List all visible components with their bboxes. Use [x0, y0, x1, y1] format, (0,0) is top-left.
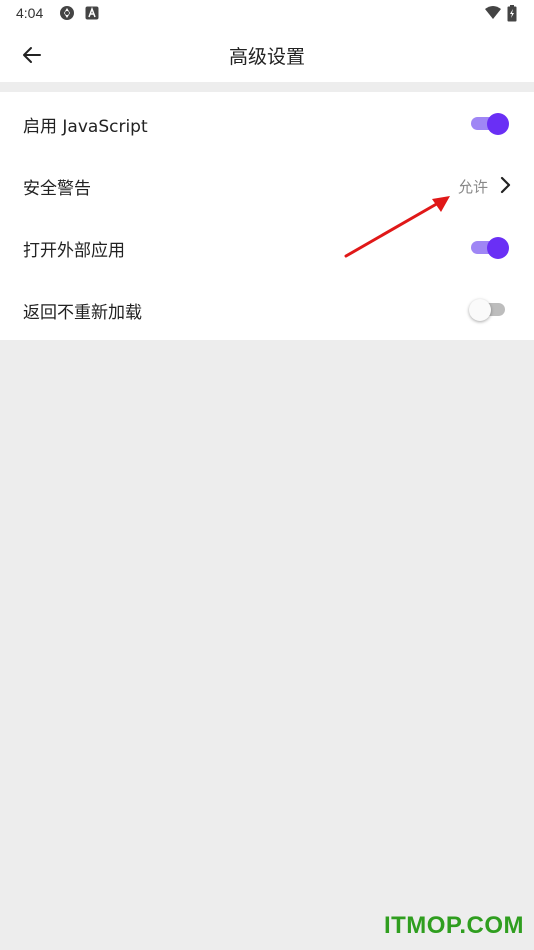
- toggle-thumb: [469, 299, 491, 321]
- enable-javascript-toggle[interactable]: [469, 111, 509, 135]
- setting-label: 打开外部应用: [23, 241, 125, 261]
- chevron-right-icon: [500, 176, 511, 194]
- back-no-reload-toggle[interactable]: [469, 297, 509, 321]
- setting-row-enable-javascript[interactable]: 启用 JavaScript: [0, 92, 534, 154]
- setting-label: 返回不重新加载: [23, 303, 142, 323]
- setting-row-back-no-reload[interactable]: 返回不重新加载: [0, 278, 534, 340]
- battery-charging-icon: [507, 5, 523, 22]
- toggle-thumb: [487, 113, 509, 135]
- toggle-thumb: [487, 237, 509, 259]
- setting-label: 启用 JavaScript: [23, 117, 148, 137]
- a-box-icon: [85, 5, 101, 21]
- annotation-arrow-icon: [344, 196, 450, 258]
- page-title: 高级设置: [228, 46, 305, 68]
- setting-value: 允许: [457, 178, 488, 196]
- app-bar: 高级设置: [0, 28, 534, 82]
- status-time: 4:04: [16, 5, 44, 21]
- section-divider: [0, 82, 534, 92]
- wifi-icon: [484, 5, 501, 21]
- watermark: ITMOP.COM: [383, 912, 524, 939]
- sync-icon: [59, 5, 75, 21]
- open-external-apps-toggle[interactable]: [469, 235, 509, 259]
- setting-label: 安全警告: [23, 179, 91, 199]
- status-bar: 4:04: [0, 0, 534, 28]
